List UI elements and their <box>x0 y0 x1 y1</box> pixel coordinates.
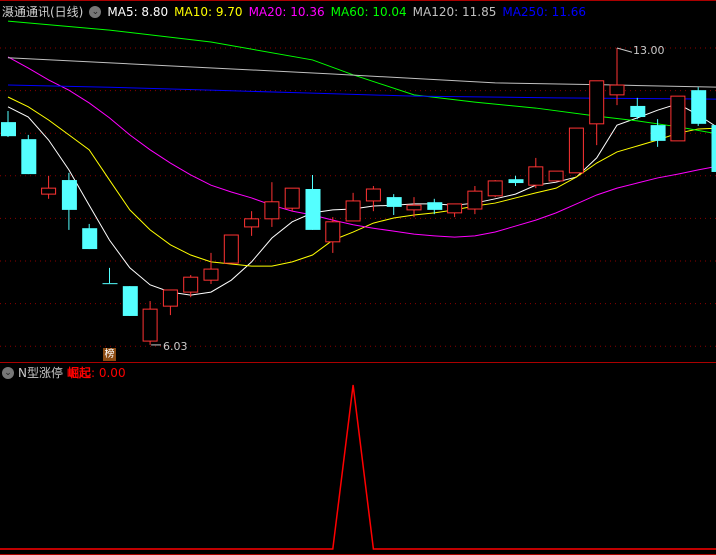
candle-body-up <box>568 127 584 174</box>
stock-name: 滠通通讯(日线) <box>2 5 84 19</box>
candle-body-up <box>345 200 361 222</box>
candle-body-down <box>61 180 77 210</box>
indicator-line <box>0 384 716 550</box>
high-price-label: 13.00 <box>633 44 665 57</box>
indicator-value-label: 崛起 <box>66 366 91 380</box>
candle-body-up <box>406 204 422 211</box>
rank-badge[interactable]: 榜 <box>103 348 116 361</box>
chevron-down-icon[interactable]: ⌄ <box>89 5 102 18</box>
candle-body-down <box>21 139 37 175</box>
candle-body-up <box>467 190 483 210</box>
indicator-value: : 0.00 <box>91 365 126 380</box>
candle-body-up <box>162 289 178 307</box>
ma250-label: MA250: 11.66 <box>502 4 587 19</box>
candle-body-up <box>589 80 605 125</box>
main-chart-header: 滠通通讯(日线) ⌄ MA5: 8.80 MA10: 9.70 MA20: 10… <box>2 3 586 20</box>
indicator-header: ⌄ N型涨停 崛起: 0.00 <box>2 364 126 381</box>
ma10-label: MA10: 9.70 <box>174 4 243 19</box>
candle-body-down <box>650 125 666 141</box>
candle-body-up <box>325 221 341 243</box>
candle-body-up <box>142 308 158 342</box>
candle-body-up <box>670 95 686 142</box>
ma60-line <box>7 20 716 135</box>
ma60-label: MA60: 10.04 <box>330 4 407 19</box>
candle-body-up <box>528 166 544 186</box>
candle-body-down <box>305 189 321 230</box>
candle-body-up <box>284 187 300 209</box>
stock-chart-window: 滠通通讯(日线) ⌄ MA5: 8.80 MA10: 9.70 MA20: 10… <box>0 0 716 555</box>
candle-body-up <box>365 188 381 202</box>
candle-body-up <box>223 234 239 264</box>
candle-body-down <box>386 197 402 207</box>
indicator-name: N型涨停 <box>18 366 63 380</box>
candle-body-down <box>82 228 98 250</box>
candle-body-down <box>427 202 443 210</box>
kline-chart[interactable] <box>0 0 716 555</box>
low-price-label: 6.03 <box>163 340 188 353</box>
chevron-down-icon[interactable]: ⌄ <box>2 366 14 379</box>
ma5-label: MA5: 8.80 <box>107 4 169 19</box>
ma20-label: MA20: 10.36 <box>248 4 325 19</box>
candle-body-up <box>609 84 625 96</box>
candle-body-down <box>102 283 118 285</box>
candle-body-up <box>244 218 260 228</box>
candle-body-up <box>447 203 463 214</box>
ma20-line <box>7 56 716 238</box>
candle-body-down <box>630 105 646 118</box>
ma5-line <box>7 103 716 296</box>
ma120-line <box>7 57 716 88</box>
candle-body-up <box>264 201 280 220</box>
candle-body-down <box>691 90 707 124</box>
candle-body-down <box>508 179 524 184</box>
candle-body-down <box>122 286 138 316</box>
candle-body-up <box>548 170 564 182</box>
candle-body-up <box>41 187 57 195</box>
candle-body-up <box>203 268 219 281</box>
candle-body-up <box>183 276 199 293</box>
ma120-label: MA120: 11.85 <box>412 4 497 19</box>
candle-body-up <box>487 180 503 197</box>
candle-body-down <box>711 125 716 172</box>
candle-body-down <box>1 122 16 137</box>
high-marker <box>616 47 633 53</box>
